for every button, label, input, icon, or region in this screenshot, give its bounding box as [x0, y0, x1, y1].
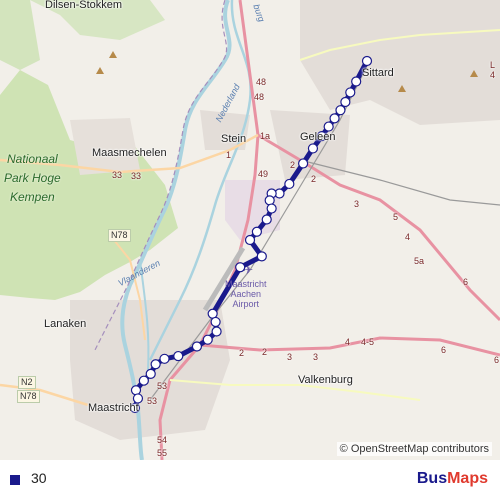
- road-number-label: 4: [345, 337, 351, 347]
- road-number-label: 1: [226, 150, 232, 160]
- road-number-label: 6: [494, 355, 500, 365]
- bus-stop-marker[interactable]: [351, 76, 362, 87]
- bus-stop-marker[interactable]: [150, 359, 161, 370]
- busmaps-logo[interactable]: BusMaps: [417, 470, 488, 488]
- road-number-label: 49: [258, 169, 269, 179]
- bus-stop-marker[interactable]: [329, 113, 340, 124]
- bus-stop-marker[interactable]: [361, 55, 373, 67]
- legend-route-label: 30: [31, 470, 47, 486]
- bus-stop-marker[interactable]: [235, 262, 246, 273]
- place-label: Maasmechelen: [92, 147, 167, 159]
- bus-stop-marker[interactable]: [323, 121, 334, 132]
- bus-stop-marker[interactable]: [191, 341, 203, 352]
- bus-stop-marker[interactable]: [284, 178, 295, 190]
- bus-stop-marker[interactable]: [210, 316, 221, 328]
- place-label: Stein: [221, 133, 247, 145]
- road-number-label: 33: [131, 171, 142, 181]
- park-label: Nationaal Park Hoge Kempen: [4, 152, 61, 204]
- bus-stop-marker[interactable]: [264, 195, 275, 206]
- road-number-label: 33: [112, 170, 123, 180]
- place-label: Valkenburg: [298, 374, 353, 386]
- road-number-label: 3: [313, 352, 319, 362]
- road-number-label: 55: [157, 448, 168, 458]
- road-number-label: 48: [254, 92, 265, 102]
- bus-stop-marker[interactable]: [266, 203, 277, 214]
- road-shield: N2: [18, 376, 36, 389]
- road-number-label: 4: [405, 232, 411, 242]
- bus-stop-marker[interactable]: [202, 334, 213, 345]
- road-shield: N78: [108, 229, 131, 242]
- road-number-label: 3: [287, 352, 293, 362]
- road-number-label: 4-5: [361, 337, 375, 347]
- bus-stop-marker[interactable]: [335, 105, 346, 116]
- road-number-label: 1a: [260, 131, 271, 141]
- bus-stop-marker[interactable]: [307, 143, 319, 154]
- place-label: Dilsen-Stokkem: [45, 0, 123, 11]
- place-label: Lanaken: [44, 318, 87, 330]
- road-number-label: 2: [239, 348, 245, 358]
- bus-stop-marker[interactable]: [340, 96, 351, 108]
- road-shield: N78: [17, 390, 40, 403]
- road-number-label: 6: [441, 345, 447, 355]
- road-number-label: 48: [256, 77, 267, 87]
- route-line: [132, 58, 370, 411]
- road-number-label: 3: [354, 199, 360, 209]
- road-number-label: 5: [393, 212, 399, 222]
- road-number-label: 2: [311, 174, 317, 184]
- route-layer: [129, 55, 373, 414]
- road-number-label: 53: [147, 396, 158, 406]
- bus-stop-marker[interactable]: [173, 350, 184, 362]
- bus-stop-marker[interactable]: [145, 368, 156, 379]
- bus-stop-marker[interactable]: [130, 385, 142, 396]
- logo-part-1: Bus: [416, 470, 448, 487]
- road-number-label: 6: [463, 277, 469, 287]
- route-stops: [129, 55, 373, 414]
- attribution[interactable]: © OpenStreetMap contributors: [336, 442, 492, 456]
- bus-stop-marker[interactable]: [298, 158, 309, 169]
- bus-stop-marker[interactable]: [211, 326, 222, 337]
- bus-stop-marker[interactable]: [251, 226, 262, 237]
- bus-stop-marker[interactable]: [244, 234, 256, 246]
- place-label: Maastricht: [88, 402, 139, 414]
- road-number-label: 53: [157, 381, 168, 391]
- bus-stop-marker[interactable]: [261, 214, 272, 225]
- place-label: Geleen: [300, 131, 336, 143]
- road-number-label: L 4: [490, 60, 496, 80]
- map-canvas[interactable]: ✈ Dilsen-Stokkem Maasmechelen Stein Geleen S…: [0, 0, 500, 460]
- bus-stop-marker[interactable]: [138, 375, 149, 386]
- bus-stop-marker[interactable]: [345, 87, 356, 98]
- road-number-label: 5a: [414, 256, 425, 266]
- logo-part-2: Maps: [447, 470, 488, 487]
- airport-label: Maastricht Aachen Airport: [225, 279, 267, 309]
- bus-stop-marker[interactable]: [159, 353, 170, 364]
- road-number-label: 2: [262, 347, 268, 357]
- bus-stop-marker[interactable]: [256, 251, 267, 262]
- legend-swatch: [10, 475, 20, 485]
- road-number-label: 2: [290, 160, 296, 170]
- road-number-label: 54: [157, 435, 168, 445]
- place-label: Sittard: [362, 67, 394, 79]
